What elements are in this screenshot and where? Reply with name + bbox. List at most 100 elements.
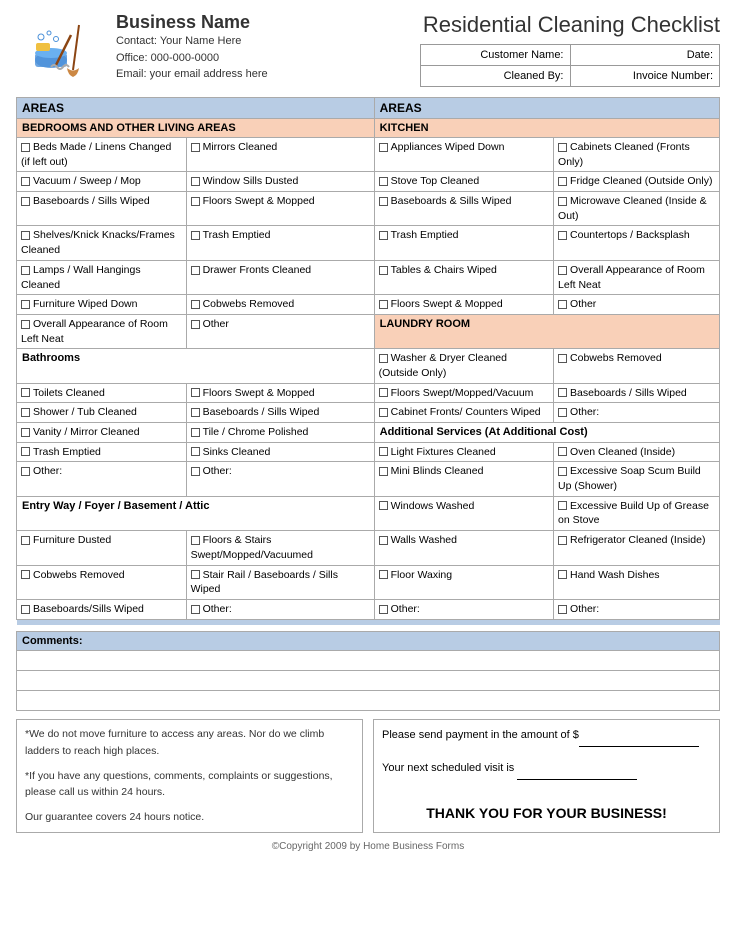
table-row: Overall Appearance of Room Left Neat Oth… <box>17 314 720 348</box>
list-item: Baseboards / Sills Wiped <box>17 192 187 226</box>
table-row: Baseboards / Sills Wiped Floors Swept & … <box>17 192 720 226</box>
footer-note-1: *We do not move furniture to access any … <box>25 726 354 760</box>
list-item: Floors Swept & Mopped <box>374 295 553 315</box>
table-row: Lamps / Wall Hangings Cleaned Drawer Fro… <box>17 260 720 294</box>
list-item: Vanity / Mirror Cleaned <box>17 423 187 443</box>
business-logo <box>21 15 101 85</box>
list-item: Furniture Dusted <box>17 531 187 565</box>
thank-you-message: THANK YOU FOR YOUR BUSINESS! <box>382 801 711 826</box>
list-item: Stair Rail / Baseboards / Sills Wiped <box>186 565 374 599</box>
list-item: Floors Swept & Mopped <box>186 192 374 226</box>
list-item: Tile / Chrome Polished <box>186 423 374 443</box>
invoice-label: Invoice Number: <box>570 66 720 87</box>
table-row: Baseboards/Sills Wiped Other: Other: Oth… <box>17 599 720 619</box>
list-item: Baseboards/Sills Wiped <box>17 599 187 619</box>
comments-line-1 <box>16 651 720 671</box>
list-item: Floors Swept & Mopped <box>186 383 374 403</box>
table-row: Furniture Dusted Floors & Stairs Swept/M… <box>17 531 720 565</box>
list-item: Stove Top Cleaned <box>374 172 553 192</box>
customer-name-label: Customer Name: <box>421 45 571 66</box>
list-item: Baseboards / Sills Wiped <box>186 403 374 423</box>
list-item: Tables & Chairs Wiped <box>374 260 553 294</box>
list-item: Oven Cleaned (Inside) <box>554 442 720 462</box>
list-item: Trash Emptied <box>374 226 553 260</box>
footer-note-3: Our guarantee covers 24 hours notice. <box>25 809 354 826</box>
checklist-table: AREAS AREAS BEDROOMS AND OTHER LIVING AR… <box>16 97 720 625</box>
list-item: Lamps / Wall Hangings Cleaned <box>17 260 187 294</box>
list-item: Windows Washed <box>374 496 553 530</box>
footer-notes: *We do not move furniture to access any … <box>16 719 363 833</box>
table-row: Vacuum / Sweep / Mop Window Sills Dusted… <box>17 172 720 192</box>
table-row: Furniture Wiped Down Cobwebs Removed Flo… <box>17 295 720 315</box>
list-item: Other <box>554 295 720 315</box>
contact-line: Contact: Your Name Here <box>116 33 420 50</box>
list-item: Cabinets Cleaned (Fronts Only) <box>554 138 720 172</box>
table-row: Beds Made / Linens Changed (if left out)… <box>17 138 720 172</box>
list-item: Baseboards / Sills Wiped <box>554 383 720 403</box>
visit-line: Your next scheduled visit is <box>382 759 711 780</box>
list-item: Beds Made / Linens Changed (if left out) <box>17 138 187 172</box>
comments-line-3 <box>16 691 720 711</box>
main-title: Residential Cleaning Checklist <box>420 12 720 38</box>
spacer-row <box>17 619 720 625</box>
list-item: Floors & Stairs Swept/Mopped/Vacuumed <box>186 531 374 565</box>
footer-payment: Please send payment in the amount of $ Y… <box>373 719 720 833</box>
cleaned-by-label: Cleaned By: <box>421 66 571 87</box>
list-item: Microwave Cleaned (Inside & Out) <box>554 192 720 226</box>
business-name: Business Name <box>116 12 420 33</box>
list-item: Refrigerator Cleaned (Inside) <box>554 531 720 565</box>
page-header: Business Name Contact: Your Name Here Of… <box>16 12 720 87</box>
payment-amount-field <box>579 726 699 747</box>
list-item: Countertops / Backsplash <box>554 226 720 260</box>
list-item: Other: <box>554 403 720 423</box>
comments-header: Comments: <box>16 631 720 651</box>
list-item: Other: <box>186 462 374 496</box>
list-item: Hand Wash Dishes <box>554 565 720 599</box>
list-item: Window Sills Dusted <box>186 172 374 192</box>
title-area: Residential Cleaning Checklist Customer … <box>420 12 720 87</box>
payment-text: Please send payment in the amount of $ <box>382 729 579 741</box>
list-item: Cobwebs Removed <box>554 349 720 383</box>
bedrooms-header: BEDROOMS AND OTHER LIVING AREAS <box>17 119 375 138</box>
list-item: Fridge Cleaned (Outside Only) <box>554 172 720 192</box>
table-row: Entry Way / Foyer / Basement / Attic Win… <box>17 496 720 530</box>
table-row: Vanity / Mirror Cleaned Tile / Chrome Po… <box>17 423 720 443</box>
comments-section: Comments: <box>16 631 720 711</box>
table-row: Trash Emptied Sinks Cleaned Light Fixtur… <box>17 442 720 462</box>
list-item: Trash Emptied <box>17 442 187 462</box>
list-item: Shower / Tub Cleaned <box>17 403 187 423</box>
list-item: Baseboards & Sills Wiped <box>374 192 553 226</box>
areas-header-left: AREAS <box>17 98 375 119</box>
logo-area <box>16 12 106 87</box>
kitchen-header: KITCHEN <box>374 119 719 138</box>
list-item: Other: <box>186 599 374 619</box>
table-row: Bathrooms Washer & Dryer Cleaned (Outsid… <box>17 349 720 383</box>
areas-header-right: AREAS <box>374 98 719 119</box>
list-item: Other: <box>554 599 720 619</box>
business-info: Business Name Contact: Your Name Here Of… <box>116 12 420 83</box>
list-item: Floor Waxing <box>374 565 553 599</box>
list-item: Light Fixtures Cleaned <box>374 442 553 462</box>
payment-line: Please send payment in the amount of $ <box>382 726 711 747</box>
entryway-header: Entry Way / Foyer / Basement / Attic <box>17 496 375 530</box>
list-item: Drawer Fronts Cleaned <box>186 260 374 294</box>
footer-note-2: *If you have any questions, comments, co… <box>25 768 354 802</box>
table-row: Other: Other: Mini Blinds Cleaned Excess… <box>17 462 720 496</box>
list-item: Cabinet Fronts/ Counters Wiped <box>374 403 553 423</box>
footer-section: *We do not move furniture to access any … <box>16 719 720 833</box>
list-item: Excessive Build Up of Grease on Stove <box>554 496 720 530</box>
table-row: Cobwebs Removed Stair Rail / Baseboards … <box>17 565 720 599</box>
list-item: Appliances Wiped Down <box>374 138 553 172</box>
list-item: Overall Appearance of Room Left Neat <box>17 314 187 348</box>
list-item: Washer & Dryer Cleaned (Outside Only) <box>374 349 553 383</box>
bathrooms-header: Bathrooms <box>17 349 375 383</box>
list-item: Other <box>186 314 374 348</box>
date-label: Date: <box>570 45 720 66</box>
table-row: Shelves/Knick Knacks/Frames Cleaned Tras… <box>17 226 720 260</box>
table-row: Shower / Tub Cleaned Baseboards / Sills … <box>17 403 720 423</box>
list-item: Other: <box>17 462 187 496</box>
visit-date-field <box>517 759 637 780</box>
list-item: Floors Swept/Mopped/Vacuum <box>374 383 553 403</box>
list-item: Shelves/Knick Knacks/Frames Cleaned <box>17 226 187 260</box>
section-headers-row: BEDROOMS AND OTHER LIVING AREAS KITCHEN <box>17 119 720 138</box>
